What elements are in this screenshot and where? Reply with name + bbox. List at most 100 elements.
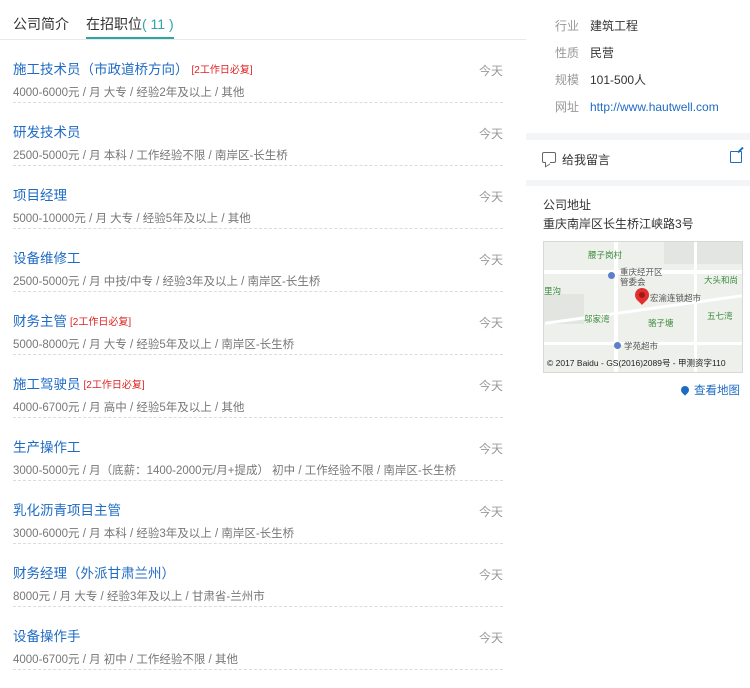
- job-meta: 4000-6000元 / 月 大专 / 经验2年及以上 / 其他: [13, 87, 245, 99]
- map-block: [664, 242, 742, 264]
- map-label: 学苑超市: [624, 341, 659, 351]
- address-heading: 公司地址: [543, 198, 592, 212]
- job-meta: 3000-5000元 / 月（底薪：1400-2000元/月+提成） 初中 / …: [13, 465, 457, 477]
- job-title[interactable]: 设备操作手: [13, 628, 81, 646]
- job-item[interactable]: 设备操作手 今天 4000-6700元 / 月 初中 / 工作经验不限 / 其他: [13, 607, 503, 670]
- leave-message-bar: 给我留言: [526, 140, 750, 180]
- job-meta: 5000-8000元 / 月 大专 / 经验5年及以上 / 南岸区-长生桥: [13, 339, 295, 351]
- job-title-text[interactable]: 项目经理: [13, 188, 67, 203]
- view-map-link[interactable]: 查看地图: [679, 382, 740, 398]
- job-date: 今天: [478, 316, 503, 330]
- job-title-text[interactable]: 研发技术员: [13, 125, 81, 140]
- poi-icon: [608, 272, 615, 279]
- reply-tag: [2工作日必复]: [83, 380, 145, 391]
- leave-message-label[interactable]: 给我留言: [562, 151, 610, 168]
- job-item[interactable]: 设备维修工 今天 2500-5000元 / 月 中技/中专 / 经验3年及以上 …: [13, 229, 503, 292]
- company-address: 公司地址 重庆南岸区长生桥江峡路3号 腰子岗村 重庆经开区 管委会 宏渝连锁超市…: [526, 186, 750, 688]
- job-date: 今天: [478, 505, 503, 519]
- company-info: 行业 建筑工程 性质 民营 规模 101-500人 网址 http://www.haut…: [526, 0, 750, 133]
- job-date: 今天: [478, 64, 503, 78]
- map-label: 管委会: [620, 277, 646, 287]
- job-item[interactable]: 施工技术员（市政道桥方向） [2工作日必复] 今天 4000-6000元 / 月 …: [13, 40, 503, 103]
- job-item[interactable]: 财务经理（外派甘肃兰州） 今天 8000元 / 月 大专 / 经验3年及以上 /…: [13, 544, 503, 607]
- job-title[interactable]: 设备维修工: [13, 250, 81, 268]
- location-pin-icon: [632, 285, 652, 305]
- map-road: [694, 242, 697, 372]
- job-date: 今天: [478, 379, 503, 393]
- job-title-text[interactable]: 财务主管: [13, 314, 67, 329]
- map-copyright: © 2017 Baidu - GS(2016)2089号 - 甲测资字110: [547, 358, 726, 368]
- map-label: 宏渝连锁超市: [650, 293, 702, 303]
- job-title-text[interactable]: 生产操作工: [13, 440, 81, 455]
- size-value: 101-500人: [590, 73, 647, 87]
- map-label: 骆子塘: [648, 318, 674, 328]
- address-text: 重庆南岸区长生桥江峡路3号: [543, 217, 694, 231]
- map-label: 五七湾: [707, 311, 733, 321]
- job-title[interactable]: 财务经理（外派甘肃兰州）: [13, 565, 175, 583]
- view-map-label[interactable]: 查看地图: [694, 385, 740, 397]
- job-meta: 4000-6700元 / 月 高中 / 经验5年及以上 / 其他: [13, 402, 245, 414]
- job-title[interactable]: 项目经理: [13, 187, 67, 205]
- job-title[interactable]: 施工驾驶员 [2工作日必复]: [13, 376, 145, 395]
- job-title-text[interactable]: 设备操作手: [13, 629, 81, 644]
- tab-company-intro[interactable]: 公司简介: [13, 15, 69, 33]
- map-label: 邬家湾: [584, 314, 610, 324]
- job-title-text[interactable]: 设备维修工: [13, 251, 81, 266]
- job-date: 今天: [478, 253, 503, 267]
- job-date: 今天: [478, 127, 503, 141]
- nature-row: 性质 民营: [555, 45, 614, 61]
- industry-label: 行业: [555, 19, 580, 33]
- tab-open-positions-count: ( 11 ): [142, 16, 174, 32]
- job-title-text[interactable]: 施工技术员（市政道桥方向）: [13, 62, 189, 77]
- size-label: 规模: [555, 73, 580, 87]
- job-meta: 2500-5000元 / 月 中技/中专 / 经验3年及以上 / 南岸区-长生桥: [13, 276, 321, 288]
- tab-open-positions[interactable]: 在招职位( 11 ): [86, 15, 174, 39]
- reply-tag: [2工作日必复]: [70, 317, 132, 328]
- map-label: 大头和尚: [704, 275, 739, 285]
- website-label: 网址: [555, 100, 580, 114]
- job-item[interactable]: 生产操作工 今天 3000-5000元 / 月（底薪：1400-2000元/月+…: [13, 418, 503, 481]
- tab-open-positions-label: 在招职位: [86, 16, 142, 32]
- company-sidebar: 行业 建筑工程 性质 民营 规模 101-500人 网址 http://www.haut…: [526, 0, 750, 688]
- edit-icon[interactable]: [730, 151, 742, 163]
- job-title[interactable]: 生产操作工: [13, 439, 81, 457]
- job-title[interactable]: 财务主管 [2工作日必复]: [13, 313, 131, 332]
- job-item[interactable]: 施工驾驶员 [2工作日必复] 今天 4000-6700元 / 月 高中 / 经验5…: [13, 355, 503, 418]
- job-meta: 4000-6700元 / 月 初中 / 工作经验不限 / 其他: [13, 654, 238, 666]
- industry-value: 建筑工程: [590, 19, 639, 33]
- reply-tag: [2工作日必复]: [191, 65, 253, 76]
- job-date: 今天: [478, 190, 503, 204]
- chat-icon: [542, 152, 556, 163]
- website-link[interactable]: http://www.hautwell.com: [590, 100, 719, 114]
- job-meta: 8000元 / 月 大专 / 经验3年及以上 / 甘肃省-兰州市: [13, 591, 265, 603]
- map-label: 重庆经开区: [620, 267, 663, 277]
- website-row: 网址 http://www.hautwell.com: [555, 99, 719, 115]
- industry-row: 行业 建筑工程: [555, 18, 638, 34]
- map-label: 里沟: [544, 286, 562, 296]
- job-item[interactable]: 项目经理 今天 5000-10000元 / 月 大专 / 经验5年及以上 / 其…: [13, 166, 503, 229]
- job-date: 今天: [478, 631, 503, 645]
- job-title-text[interactable]: 施工驾驶员: [13, 377, 81, 392]
- poi-icon: [614, 342, 621, 349]
- map-pin-icon: [679, 384, 691, 396]
- jobs-panel: 公司简介 在招职位( 11 ) 施工技术员（市政道桥方向） [2工作日必复] 今天…: [0, 0, 526, 688]
- job-title[interactable]: 施工技术员（市政道桥方向） [2工作日必复]: [13, 61, 253, 80]
- job-meta: 5000-10000元 / 月 大专 / 经验5年及以上 / 其他: [13, 213, 251, 225]
- job-title[interactable]: 研发技术员: [13, 124, 81, 142]
- job-date: 今天: [478, 568, 503, 582]
- nature-value: 民营: [590, 46, 615, 60]
- job-title-text[interactable]: 乳化沥青项目主管: [13, 503, 121, 518]
- job-item[interactable]: 研发技术员 今天 2500-5000元 / 月 本科 / 工作经验不限 / 南岸…: [13, 103, 503, 166]
- job-item[interactable]: 乳化沥青项目主管 今天 3000-6000元 / 月 本科 / 经验3年及以上 …: [13, 481, 503, 544]
- nature-label: 性质: [555, 46, 580, 60]
- size-row: 规模 101-500人: [555, 72, 646, 88]
- job-meta: 3000-6000元 / 月 本科 / 经验3年及以上 / 南岸区-长生桥: [13, 528, 295, 540]
- location-map[interactable]: 腰子岗村 重庆经开区 管委会 宏渝连锁超市 大头和尚 里沟 邬家湾 骆子塘 五七…: [543, 241, 743, 373]
- job-title[interactable]: 乳化沥青项目主管: [13, 502, 121, 520]
- job-meta: 2500-5000元 / 月 本科 / 工作经验不限 / 南岸区-长生桥: [13, 150, 288, 162]
- tab-bar: 公司简介 在招职位( 11 ): [0, 0, 526, 40]
- job-title-text[interactable]: 财务经理（外派甘肃兰州）: [13, 566, 175, 581]
- job-date: 今天: [478, 442, 503, 456]
- job-item[interactable]: 财务主管 [2工作日必复] 今天 5000-8000元 / 月 大专 / 经验5年…: [13, 292, 503, 355]
- job-list: 施工技术员（市政道桥方向） [2工作日必复] 今天 4000-6000元 / 月 …: [13, 40, 503, 670]
